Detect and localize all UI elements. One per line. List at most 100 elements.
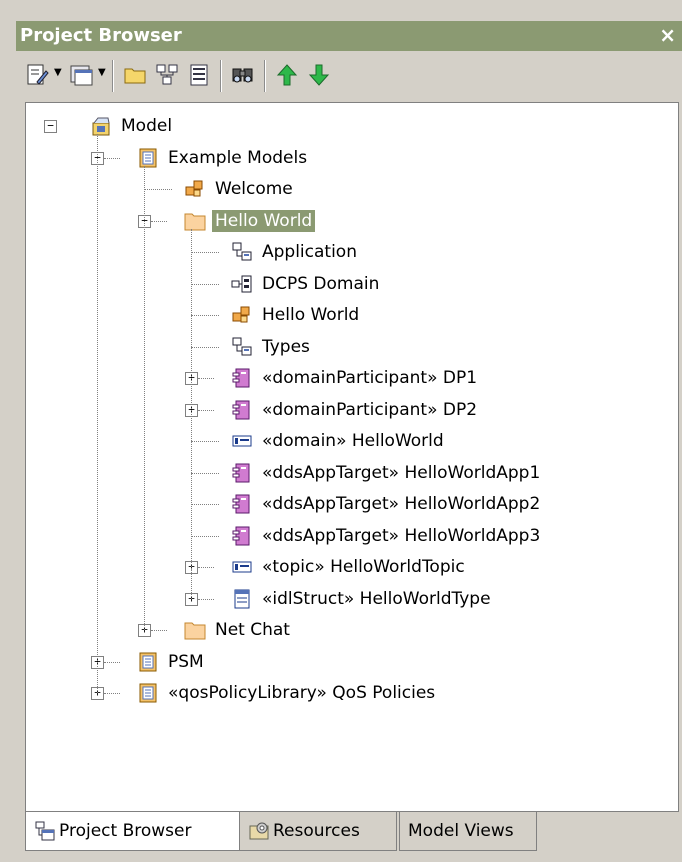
- tree-row-label: «qosPolicyLibrary» QoS Policies: [168, 683, 436, 703]
- tree-connector: [104, 157, 120, 159]
- tree-connector: [151, 630, 167, 631]
- new-package-icon[interactable]: [122, 62, 148, 88]
- new-diagram-dropdown-icon[interactable]: ▼: [98, 67, 106, 78]
- tree-row-label: «ddsAppTarget» HelloWorldApp3: [262, 525, 541, 546]
- tree-connector: [191, 441, 219, 442]
- tree-row[interactable]: Welcome: [184, 174, 296, 204]
- project-tree[interactable]: − Model − Example Models Welcome − Hello World…: [25, 102, 679, 812]
- tab-project-browser[interactable]: Project Browser: [25, 812, 243, 851]
- tree-row[interactable]: DCPS Domain: [231, 269, 382, 299]
- toolbar: ▼ ▼: [16, 54, 682, 100]
- component-icon: [231, 399, 253, 421]
- tree-connector: [151, 220, 167, 222]
- folder-icon: [184, 619, 206, 641]
- move-up-icon[interactable]: [274, 62, 300, 88]
- tree-connector: [104, 693, 120, 694]
- new-diagram-icon[interactable]: [68, 62, 94, 88]
- tree-row[interactable]: «domainParticipant» DP2: [231, 395, 480, 425]
- tree-row[interactable]: Net Chat: [184, 615, 293, 645]
- deployment-icon: [231, 273, 253, 295]
- tree-row[interactable]: «domainParticipant» DP1: [231, 363, 480, 393]
- folder-icon: [184, 210, 206, 232]
- tree-row-label: DCPS Domain: [262, 273, 380, 294]
- tree-row[interactable]: PSM: [137, 647, 207, 677]
- tab-label: Project Browser: [59, 821, 192, 841]
- tab-resources[interactable]: Resources: [239, 812, 397, 851]
- tree-connector: [198, 409, 214, 411]
- find-icon[interactable]: [230, 62, 256, 88]
- project-browser-icon: [34, 820, 56, 842]
- tree-connector: [198, 567, 214, 568]
- tree-connector: [191, 252, 219, 253]
- tree-row-label: Net Chat: [215, 620, 290, 640]
- node-icon: [231, 556, 253, 578]
- new-element-icon[interactable]: [24, 62, 50, 88]
- tree-row-label: Types: [262, 336, 310, 357]
- close-icon[interactable]: ×: [659, 23, 676, 47]
- tree-connector: [191, 315, 219, 316]
- tree-row-label: «topic» HelloWorldTopic: [262, 557, 465, 577]
- tree-row-label: «idlStruct» HelloWorldType: [262, 588, 491, 609]
- node-icon: [231, 430, 253, 452]
- model-root-icon: [90, 115, 112, 137]
- tree-row-label: «ddsAppTarget» HelloWorldApp1: [262, 462, 541, 483]
- tree-row-label: «domainParticipant» DP1: [262, 368, 478, 388]
- tree-connector: [144, 165, 145, 630]
- bottom-tabs: Project Browser Resources Model Views: [25, 812, 675, 852]
- tree-row[interactable]: Hello World: [184, 206, 316, 236]
- package-icon: [137, 682, 159, 704]
- tree-connector: [198, 598, 214, 600]
- tree-connector: [191, 283, 219, 285]
- tree-row[interactable]: «domain» HelloWorld: [231, 426, 447, 456]
- tab-label: Resources: [273, 821, 360, 841]
- diagram-icon: [231, 304, 253, 326]
- tree-row[interactable]: Hello World: [231, 300, 362, 330]
- tree-row[interactable]: Model: [90, 111, 175, 141]
- toolbar-separator: [112, 60, 114, 92]
- tree-row[interactable]: Types: [231, 332, 313, 362]
- tab-model-views[interactable]: Model Views: [399, 812, 537, 851]
- component-icon: [231, 462, 253, 484]
- tree-row-label: «domain» HelloWorld: [262, 431, 444, 451]
- class-diagram-icon: [231, 336, 253, 358]
- collapse-icon[interactable]: −: [44, 120, 57, 133]
- tree-connector: [191, 346, 219, 348]
- toolbar-separator: [220, 60, 222, 92]
- tree-row[interactable]: Example Models: [137, 143, 310, 173]
- class-icon: [231, 588, 253, 610]
- tree-connector: [144, 189, 172, 190]
- resources-icon: [248, 820, 270, 842]
- tree-row[interactable]: «idlStruct» HelloWorldType: [231, 584, 494, 614]
- tree-row-label: «ddsAppTarget» HelloWorldApp2: [262, 494, 541, 514]
- component-icon: [231, 367, 253, 389]
- tree-row-label: «domainParticipant» DP2: [262, 399, 478, 420]
- tree-connector: [97, 134, 98, 693]
- new-element-dropdown-icon[interactable]: ▼: [54, 67, 62, 78]
- tree-row[interactable]: «topic» HelloWorldTopic: [231, 552, 468, 582]
- move-down-icon[interactable]: [306, 62, 332, 88]
- tree-row[interactable]: «ddsAppTarget» HelloWorldApp2: [231, 489, 543, 519]
- tree-row[interactable]: Application: [231, 237, 360, 267]
- tree-connector: [191, 535, 219, 537]
- panel-titlebar: Project Browser ×: [16, 21, 682, 51]
- tree-row-label: PSM: [168, 651, 204, 672]
- properties-icon[interactable]: [186, 62, 212, 88]
- package-icon: [137, 651, 159, 673]
- tree-connector: [191, 504, 219, 505]
- tree-row-label: Hello World: [212, 209, 316, 232]
- tree-connector: [191, 228, 192, 599]
- tree-row-label: Model: [121, 116, 173, 136]
- tree-row[interactable]: «qosPolicyLibrary» QoS Policies: [137, 678, 438, 708]
- toolbar-separator: [264, 60, 266, 92]
- package-icon: [137, 147, 159, 169]
- tree-row[interactable]: «ddsAppTarget» HelloWorldApp3: [231, 521, 543, 551]
- panel-title: Project Browser: [20, 25, 182, 46]
- model-tree-icon[interactable]: [154, 62, 180, 88]
- tree-row-label: Welcome: [215, 179, 293, 199]
- tree-row-label: Hello World: [262, 305, 360, 325]
- component-icon: [231, 493, 253, 515]
- class-diagram-icon: [231, 241, 253, 263]
- tab-label: Model Views: [408, 821, 514, 841]
- component-icon: [231, 525, 253, 547]
- tree-row[interactable]: «ddsAppTarget» HelloWorldApp1: [231, 458, 543, 488]
